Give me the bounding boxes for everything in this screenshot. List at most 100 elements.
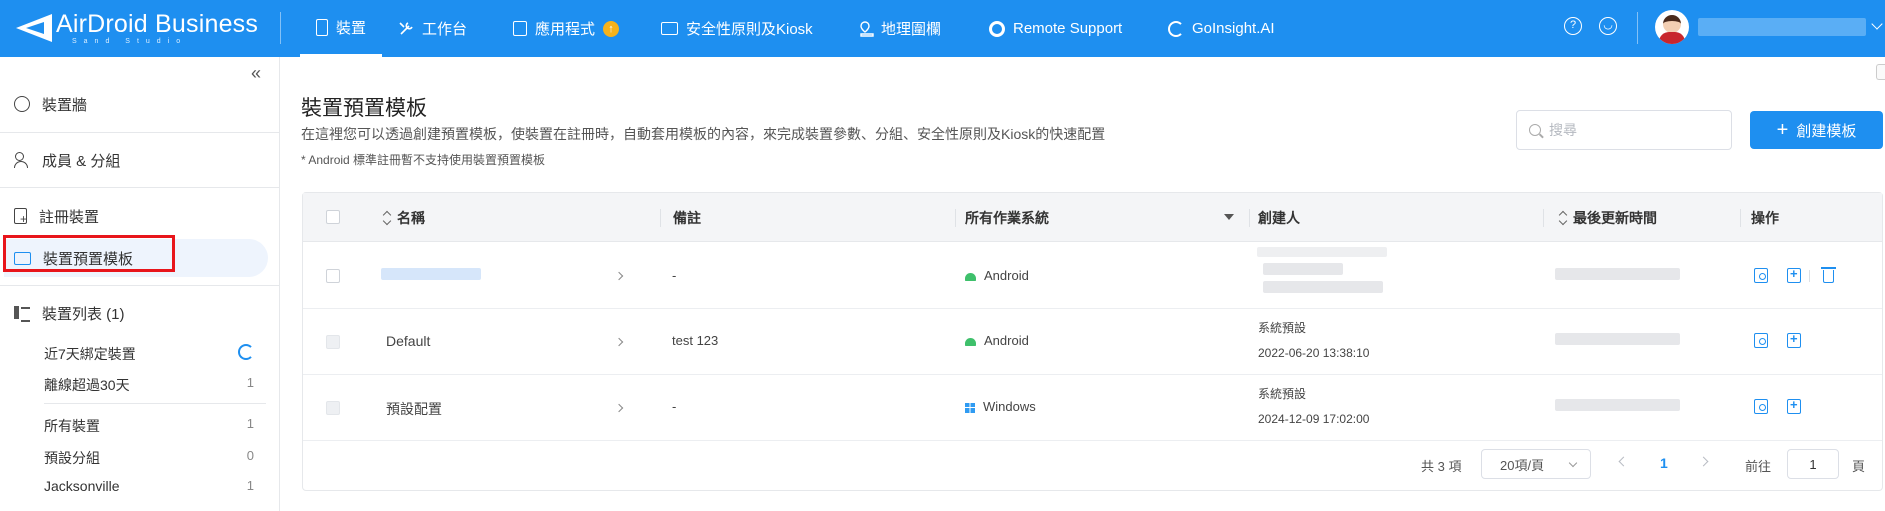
column-header-label: 操作 [1751,209,1779,226]
column-divider [1249,209,1250,227]
updated-time-redacted [1555,268,1680,280]
create-template-label: 創建模板 [1796,122,1857,140]
side-tab-icon[interactable] [1876,64,1885,80]
column-header-label: 所有作業系統 [965,209,1049,226]
column-header-os[interactable]: 所有作業系統 [965,193,1049,242]
delete-icon[interactable] [1821,267,1836,283]
sidebar-subitem-label: Jacksonville [44,478,120,494]
sidebar-item-members[interactable]: 成員 & 分組 [0,141,279,179]
page-title: 裝置預置模板 [301,97,427,120]
sidebar-subitem-label: 離線超過30天 [44,377,130,393]
edit-template-icon[interactable] [1754,333,1768,348]
device-list-icon [14,305,30,322]
tools-icon [398,21,414,37]
sidebar-subitem-count: 1 [246,478,254,493]
headset-icon[interactable]: ◡ [1599,17,1617,35]
column-header-label: 最後更新時間 [1573,209,1657,226]
chevron-right-icon[interactable] [614,403,624,413]
copy-template-icon[interactable] [1787,331,1801,348]
select-all-checkbox[interactable] [326,210,340,224]
table-header: 名稱 備註 所有作業系統 創建人 最後更新時間 操作 [303,193,1882,242]
nav-tab-security-kiosk[interactable]: 安全性原則及Kiosk [661,0,813,57]
sidebar-subitem-count: 0 [246,448,254,463]
row-checkbox [326,335,340,349]
collapse-icon[interactable]: « [251,63,261,84]
copy-template-icon[interactable] [1787,266,1801,283]
creator-time-cell: 2022-06-20 13:38:10 [1258,346,1370,360]
sidebar-subitem-all-devices[interactable]: 所有裝置 1 [44,416,254,436]
goinsight-icon [1168,20,1184,37]
current-page-number[interactable]: 1 [1660,455,1668,471]
nav-tab-goinsight[interactable]: GoInsight.AI [1168,0,1275,57]
create-template-button[interactable]: + 創建模板 [1750,111,1883,149]
pagination-total: 共 3 項 [1421,459,1462,474]
sidebar-subitem-label: 預設分組 [44,450,100,466]
remark-cell: - [672,268,677,283]
column-divider [1740,209,1741,227]
nav-tab-apps[interactable]: 應用程式 ↑ [513,0,620,57]
search-input[interactable] [1549,122,1709,138]
table-row[interactable]: 預設配置 - Windows 系統預設 2024-12-09 17:02:00 [303,375,1882,441]
sidebar-item-device-list[interactable]: 裝置列表 (1) [0,294,279,332]
column-header-updated[interactable]: 最後更新時間 [1559,193,1657,242]
os-label: Android [984,268,1029,283]
nav-tab-remote-support[interactable]: Remote Support [989,0,1122,57]
column-header-name[interactable]: 名稱 [383,193,425,242]
avatar[interactable] [1655,10,1689,44]
search-box[interactable] [1516,110,1732,150]
edit-template-icon[interactable] [1754,268,1768,283]
app-icon [513,21,527,36]
table-row[interactable]: Default test 123 Android 系統預設 2022-06-20… [303,309,1882,375]
remark-cell: test 123 [672,333,719,348]
chevron-down-icon[interactable] [1871,18,1883,30]
table-row[interactable]: - Android [303,243,1882,309]
page-size-select[interactable]: 20項/頁 [1481,449,1591,479]
update-badge-icon: ↑ [603,20,620,37]
sidebar-item-register-device[interactable]: 註冊裝置 [0,197,279,235]
search-icon [1529,124,1541,136]
refresh-icon[interactable] [238,344,254,360]
sidebar-item-label: 註冊裝置 [39,208,100,226]
goto-page-input[interactable] [1787,449,1839,479]
sidebar-subitem-count: 1 [246,416,254,431]
nav-tab-geofence[interactable]: 地理圍欄 [859,0,941,57]
column-header-label: 名稱 [397,209,425,226]
os-cell: Android [965,268,1029,283]
filter-dropdown-icon[interactable] [1224,214,1234,220]
chevron-right-icon[interactable] [614,337,624,347]
dashboard-icon [14,96,30,112]
page-note: * Android 標準註冊暫不支持使用裝置預置模板 [301,153,546,167]
creator-redacted [1263,263,1343,275]
sidebar-subitem-bound-7days[interactable]: 近7天綁定裝置 [44,344,254,364]
sidebar-subitem-default-group[interactable]: 預設分組 0 [44,448,254,468]
windows-icon [965,402,975,413]
android-icon [965,337,976,346]
chevron-right-icon[interactable] [614,271,624,281]
creator-cell: 系統預設 [1258,321,1307,335]
airdroid-business-logo[interactable]: AirDroid Business Sand Studio [16,10,266,46]
remark-cell: - [672,399,677,414]
sidebar-subitem-count: 1 [246,375,254,390]
sidebar-subitem-jacksonville[interactable]: Jacksonville 1 [44,478,254,494]
android-icon [965,272,976,281]
row-checkbox[interactable] [326,269,340,283]
help-icon[interactable]: ? [1564,17,1582,35]
logo-subtext: Sand Studio [72,38,188,45]
column-header-creator: 創建人 [1258,193,1300,242]
edit-template-icon[interactable] [1754,399,1768,414]
nav-divider [280,12,281,44]
os-cell: Android [965,333,1029,348]
nav-tab-workbench[interactable]: 工作台 [398,0,467,57]
sidebar-subitem-offline-30days[interactable]: 離線超過30天 1 [44,375,254,395]
row-checkbox [326,401,340,415]
creator-cell: 系統預設 [1258,387,1307,401]
sidebar-item-label: 裝置列表 (1) [42,305,125,323]
nav-tab-label: 地理圍欄 [881,21,942,38]
user-name-redacted[interactable] [1698,18,1866,36]
copy-template-icon[interactable] [1787,397,1801,414]
nav-tab-devices[interactable]: 裝置 [300,0,382,57]
logo-arrow-icon [16,14,52,42]
os-cell: Windows [965,399,1036,414]
sidebar-divider [0,132,279,133]
sidebar-item-device-wall[interactable]: 裝置牆 [0,85,279,123]
